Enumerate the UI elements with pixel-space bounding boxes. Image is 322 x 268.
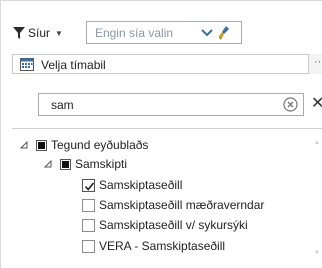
clear-brush-icon[interactable] — [217, 25, 232, 40]
tree-leaf-label: Samskiptaseðill mæðraverndar — [99, 198, 265, 212]
funnel-icon — [13, 27, 25, 39]
date-range-selector[interactable]: Velja tímabil ··· — [12, 54, 322, 74]
scroll-up-icon[interactable]: ▲ — [314, 140, 320, 146]
panel-top-border — [0, 0, 322, 1]
checkbox-unchecked[interactable] — [82, 218, 95, 232]
tree-node-label: Samskipti — [75, 157, 128, 171]
filter-menu-button[interactable]: Síur ▼ — [13, 24, 63, 42]
filter-menu-label: Síur — [28, 26, 51, 40]
tree-leaf-vera-samskiptasedill[interactable]: VERA - Samskiptaseðill — [82, 237, 225, 255]
tree-checkbox-partial[interactable] — [60, 158, 71, 170]
panel-left-border — [0, 0, 1, 268]
tree-node-samskipti[interactable]: Samskipti — [44, 155, 127, 173]
tree-leaf-samskiptasedill[interactable]: Samskiptaseðill — [82, 176, 182, 194]
clear-search-icon[interactable] — [283, 97, 298, 112]
tree-leaf-samskiptasedill-maedraverndar[interactable]: Samskiptaseðill mæðraverndar — [82, 196, 264, 214]
tree-leaf-label: Samskiptaseðill v/ sykursýki — [99, 218, 248, 232]
expanded-triangle-icon[interactable] — [44, 160, 52, 168]
calendar-icon — [20, 58, 34, 71]
date-range-more-button[interactable]: ··· — [308, 54, 322, 74]
checkbox-checked[interactable] — [82, 178, 95, 192]
checkbox-unchecked[interactable] — [82, 198, 95, 212]
saved-filter-placeholder: Engin sía valin — [95, 26, 174, 40]
search-input[interactable]: sam — [38, 93, 304, 116]
tree-checkbox-partial[interactable] — [36, 139, 47, 151]
caret-down-icon: ▼ — [55, 28, 63, 38]
date-range-label: Velja tímabil — [41, 58, 106, 72]
tree-node-tegund-eydublads[interactable]: Tegund eyðublaðs — [20, 136, 148, 154]
tree-scrollbar[interactable]: ▲ ▼ — [314, 134, 320, 264]
search-input-value[interactable]: sam — [51, 98, 74, 112]
tree-leaf-samskiptasedill-sykursyki[interactable]: Samskiptaseðill v/ sykursýki — [82, 216, 248, 234]
close-search-icon[interactable]: ✕ — [311, 95, 322, 113]
saved-filter-dropdown[interactable]: Engin sía valin — [86, 21, 242, 44]
section-divider — [12, 128, 322, 129]
chevron-down-icon[interactable] — [201, 28, 213, 37]
checkbox-unchecked[interactable] — [82, 239, 95, 253]
scroll-down-icon[interactable]: ▼ — [314, 250, 320, 256]
tree-node-label: Tegund eyðublaðs — [51, 138, 149, 152]
expanded-triangle-icon[interactable] — [20, 141, 28, 149]
tree-leaf-label: Samskiptaseðill — [99, 178, 183, 192]
tree-leaf-label: VERA - Samskiptaseðill — [99, 239, 226, 253]
